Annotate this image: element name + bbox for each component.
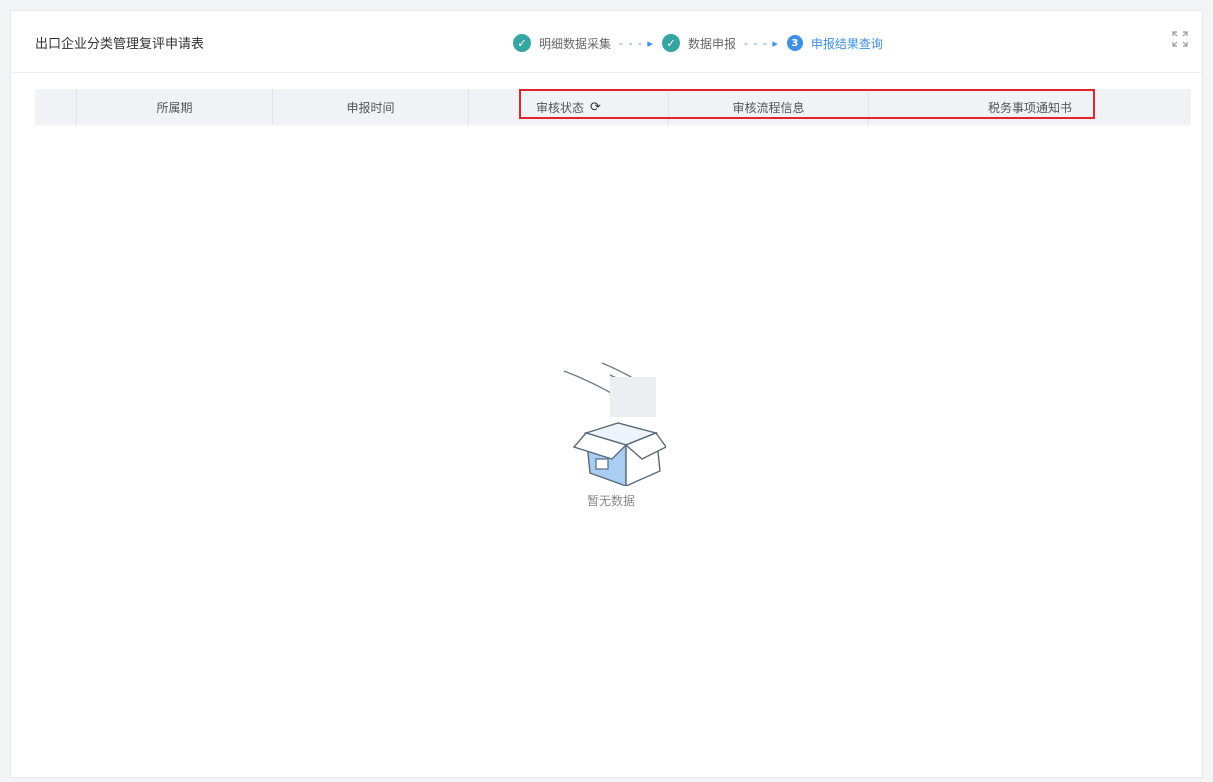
check-icon: ✓ — [513, 34, 531, 52]
step-2[interactable]: ✓ 数据申报 — [661, 34, 736, 52]
column-header-label: 审核流程信息 — [732, 100, 805, 115]
empty-state-text: 暂无数据 — [586, 494, 635, 508]
step-2-label: 数据申报 — [687, 36, 736, 51]
step-3-label: 申报结果查询 — [810, 36, 883, 51]
header-bar: 出口企业分类管理复评申请表 ✓ 明细数据采集 - - - ▸ ✓ 数据申报 - … — [11, 11, 1202, 73]
empty-box-icon — [563, 362, 666, 486]
step-3-number: 3 — [786, 35, 803, 51]
step-arrow-icon: - - - ▸ — [743, 36, 779, 50]
refresh-icon[interactable]: ⟳ — [590, 100, 601, 115]
step-indicator: ✓ 明细数据采集 - - - ▸ ✓ 数据申报 - - - ▸ 3 申报结果查询 — [513, 33, 883, 53]
column-header-declare-time[interactable]: 申报时间 — [273, 89, 469, 125]
step-1[interactable]: ✓ 明细数据采集 — [513, 34, 611, 52]
column-header-label: 所属期 — [156, 100, 193, 115]
table-header-spacer — [35, 89, 77, 125]
step-3[interactable]: 3 申报结果查询 — [786, 35, 883, 52]
column-header-tax-notice[interactable]: 税务事项通知书 — [869, 89, 1191, 125]
step-arrow-icon: - - - ▸ — [619, 36, 654, 50]
page-title: 出口企业分类管理复评申请表 — [35, 37, 205, 52]
column-header-audit-flow[interactable]: 审核流程信息 — [669, 89, 869, 125]
column-header-label: 税务事项通知书 — [987, 100, 1072, 115]
column-header-audit-status[interactable]: 审核状态 ⟳ — [469, 89, 669, 125]
check-icon: ✓ — [661, 34, 680, 52]
empty-state: 暂无数据 — [551, 361, 671, 509]
column-header-period[interactable]: 所属期 — [77, 89, 273, 125]
table-header: 所属期 申报时间 审核状态 ⟳ 审核流程信息 税务事项通知书 — [35, 89, 1191, 125]
column-header-label: 审核状态 — [536, 100, 585, 115]
column-header-label: 申报时间 — [346, 100, 395, 115]
fullscreen-icon[interactable] — [1172, 31, 1188, 47]
main-panel: 出口企业分类管理复评申请表 ✓ 明细数据采集 - - - ▸ ✓ 数据申报 - … — [10, 10, 1203, 778]
step-1-label: 明细数据采集 — [539, 36, 612, 51]
